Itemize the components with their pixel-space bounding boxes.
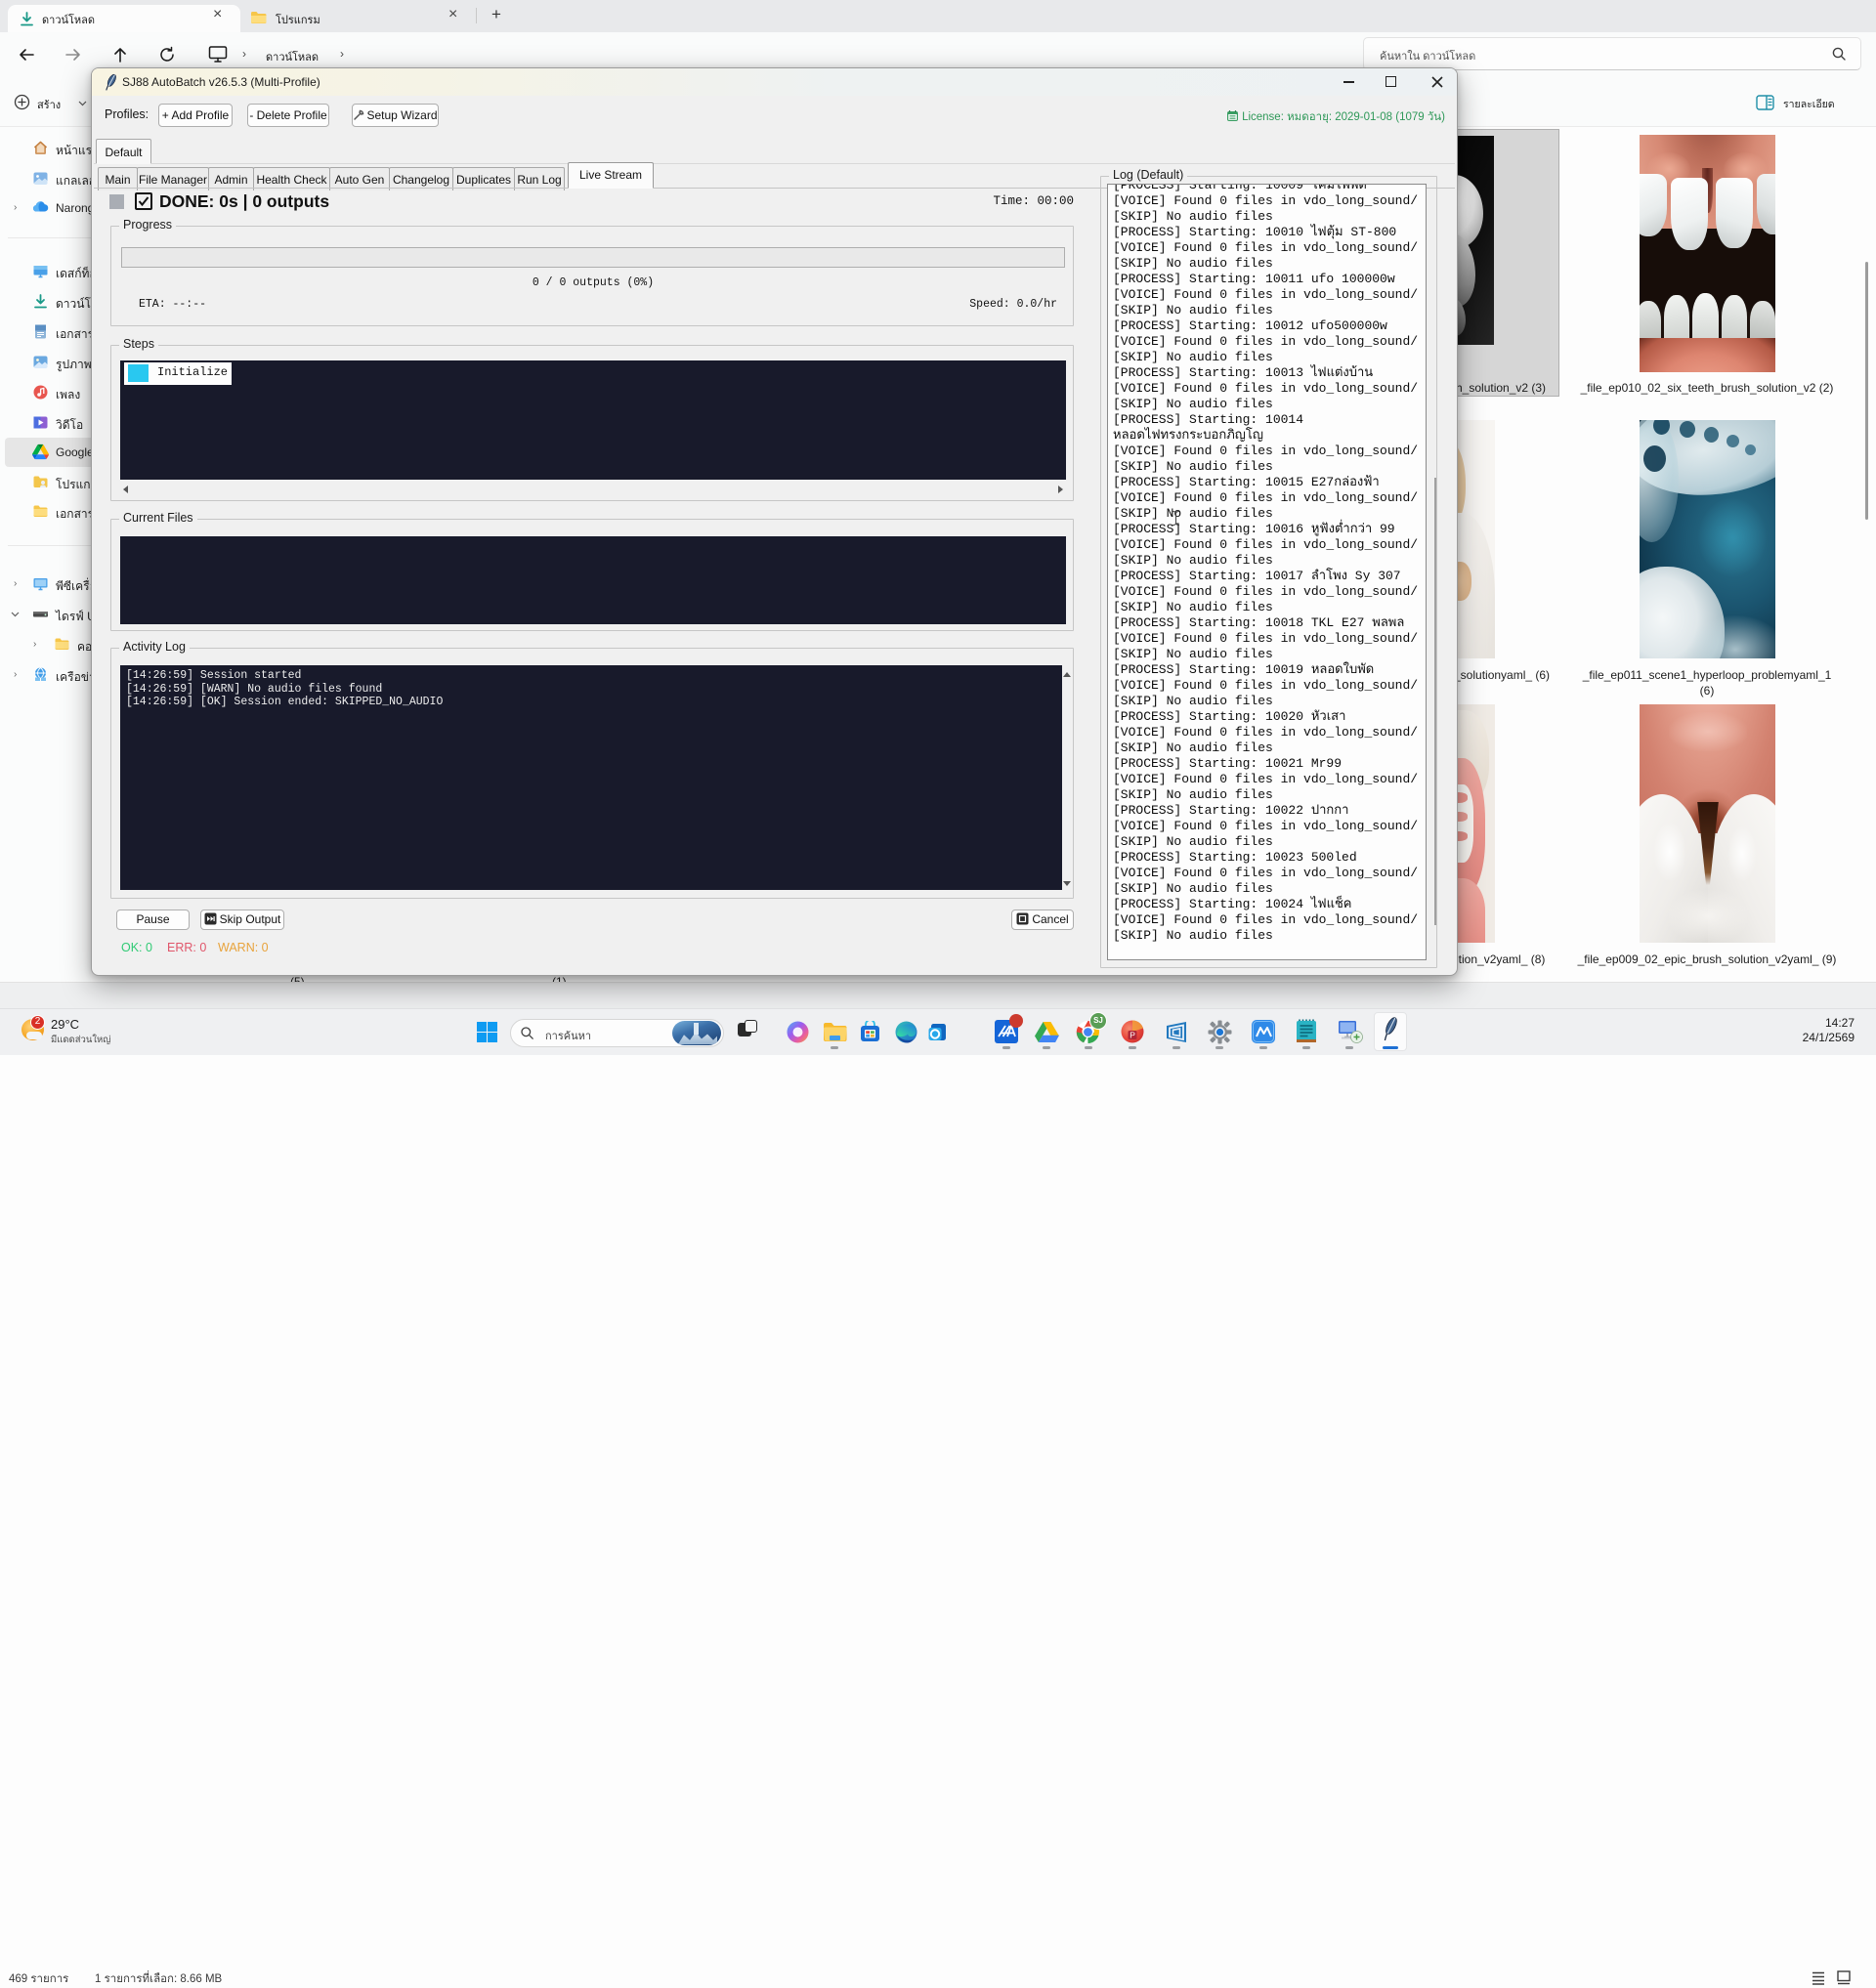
svg-text:P: P [1130, 1030, 1135, 1039]
